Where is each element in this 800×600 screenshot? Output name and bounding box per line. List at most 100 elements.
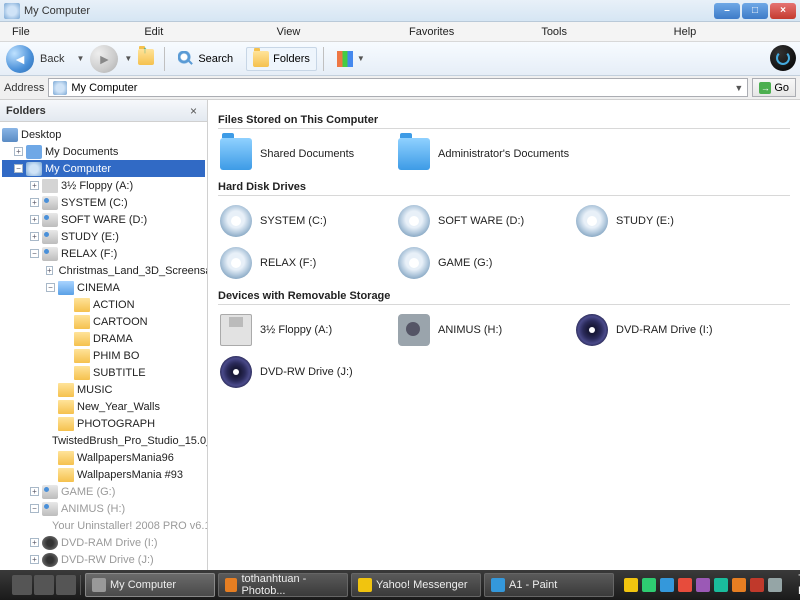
back-button[interactable]: ◄ bbox=[6, 45, 34, 73]
tray-icon[interactable] bbox=[714, 578, 728, 592]
search-icon bbox=[178, 51, 194, 67]
yahoo-icon bbox=[358, 578, 372, 592]
tray-icon[interactable] bbox=[624, 578, 638, 592]
quicklaunch-item[interactable] bbox=[56, 575, 76, 595]
hdd-icon bbox=[398, 205, 430, 237]
tree-mydocs[interactable]: +My Documents bbox=[2, 143, 205, 160]
item-animus-h[interactable]: ANIMUS (H:) bbox=[396, 309, 574, 351]
address-input[interactable]: My Computer ▼ bbox=[48, 78, 748, 97]
forward-button[interactable]: ► bbox=[90, 45, 118, 73]
folder-icon bbox=[58, 400, 74, 414]
item-drive-d[interactable]: SOFT WARE (D:) bbox=[396, 200, 574, 242]
views-button[interactable]: ▼ bbox=[330, 47, 372, 71]
tree-music[interactable]: MUSIC bbox=[2, 381, 205, 398]
tree-software[interactable]: +SOFT WARE (D:) bbox=[2, 211, 205, 228]
search-label: Search bbox=[198, 53, 233, 65]
toolbar: ◄ Back ▼ ► ▼ ↑ Search Folders ▼ bbox=[0, 42, 800, 76]
folders-close-button[interactable]: × bbox=[186, 104, 201, 118]
item-drive-g[interactable]: GAME (G:) bbox=[396, 242, 574, 284]
folder-icon bbox=[58, 281, 74, 295]
tree-newyear[interactable]: New_Year_Walls bbox=[2, 398, 205, 415]
tree-photograph[interactable]: PHOTOGRAPH bbox=[2, 415, 205, 432]
tree-relax[interactable]: −RELAX (F:) bbox=[2, 245, 205, 262]
explorer-icon bbox=[92, 578, 106, 592]
tree-mycomputer[interactable]: −My Computer bbox=[2, 160, 205, 177]
tree-action[interactable]: ACTION bbox=[2, 296, 205, 313]
item-dvdram-i[interactable]: DVD-RAM Drive (I:) bbox=[574, 309, 752, 351]
item-dvdrw-j[interactable]: DVD-RW Drive (J:) bbox=[218, 351, 396, 393]
tree-wall93[interactable]: WallpapersMania #93 bbox=[2, 466, 205, 483]
item-drive-e[interactable]: STUDY (E:) bbox=[574, 200, 752, 242]
go-button[interactable]: → Go bbox=[752, 78, 796, 97]
folder-icon bbox=[74, 315, 90, 329]
tray-icon[interactable] bbox=[732, 578, 746, 592]
task-buttons: My Computer tothanhtuan - Photob... Yaho… bbox=[85, 573, 614, 597]
item-shared-documents[interactable]: Shared Documents bbox=[218, 133, 396, 175]
drive-icon bbox=[42, 247, 58, 261]
item-drive-c[interactable]: SYSTEM (C:) bbox=[218, 200, 396, 242]
tree-dvdrw[interactable]: +DVD-RW Drive (J:) bbox=[2, 551, 205, 568]
tray-icon[interactable] bbox=[642, 578, 656, 592]
tree-cinema[interactable]: −CINEMA bbox=[2, 279, 205, 296]
item-admin-documents[interactable]: Administrator's Documents bbox=[396, 133, 574, 175]
folder-icon bbox=[253, 51, 269, 67]
folders-label: Folders bbox=[273, 53, 310, 65]
documents-icon bbox=[26, 145, 42, 159]
item-floppy-a[interactable]: 3½ Floppy (A:) bbox=[218, 309, 396, 351]
drive-icon bbox=[42, 230, 58, 244]
tray-icon[interactable] bbox=[660, 578, 674, 592]
quicklaunch-item[interactable] bbox=[12, 575, 32, 595]
tray-icon[interactable] bbox=[750, 578, 764, 592]
up-button[interactable]: ↑ bbox=[138, 49, 158, 69]
folders-button[interactable]: Folders bbox=[246, 47, 317, 71]
tree-subtitle[interactable]: SUBTITLE bbox=[2, 364, 205, 381]
address-dropdown-icon[interactable]: ▼ bbox=[734, 83, 743, 93]
tree-phimbo[interactable]: PHIM BO bbox=[2, 347, 205, 364]
hdd-icon bbox=[220, 247, 252, 279]
search-button[interactable]: Search bbox=[171, 47, 240, 71]
tray-icon[interactable] bbox=[678, 578, 692, 592]
group-hdd: Hard Disk Drives bbox=[218, 181, 790, 196]
tree-cartoon[interactable]: CARTOON bbox=[2, 313, 205, 330]
drive-icon bbox=[42, 485, 58, 499]
tree-dvdram[interactable]: +DVD-RAM Drive (I:) bbox=[2, 534, 205, 551]
address-label: Address bbox=[4, 82, 44, 94]
task-yahoo[interactable]: Yahoo! Messenger bbox=[351, 573, 481, 597]
tree-twistedbrush[interactable]: TwistedBrush_Pro_Studio_15.0_2bak bbox=[2, 432, 205, 449]
folder-icon bbox=[74, 298, 90, 312]
address-value: My Computer bbox=[71, 82, 137, 94]
dvd-icon bbox=[220, 356, 252, 388]
group-removable: Devices with Removable Storage bbox=[218, 290, 790, 305]
tree-drama[interactable]: DRAMA bbox=[2, 330, 205, 347]
tree-floppy[interactable]: +3½ Floppy (A:) bbox=[2, 177, 205, 194]
tree-uninstaller[interactable]: Your Uninstaller! 2008 PRO v6.1.122 bbox=[2, 517, 205, 534]
clock[interactable]: 7:23 PM bbox=[792, 573, 800, 597]
tree-study[interactable]: +STUDY (E:) bbox=[2, 228, 205, 245]
tree-christmas[interactable]: +Christmas_Land_3D_Screensaver_1.0 bbox=[2, 262, 205, 279]
tray-icon[interactable] bbox=[768, 578, 782, 592]
tree-game[interactable]: +GAME (G:) bbox=[2, 483, 205, 500]
tree-wall96[interactable]: WallpapersMania96 bbox=[2, 449, 205, 466]
system-tray[interactable] bbox=[618, 578, 788, 592]
firefox-icon bbox=[225, 578, 237, 592]
task-photobucket[interactable]: tothanhtuan - Photob... bbox=[218, 573, 348, 597]
folder-icon bbox=[74, 366, 90, 380]
drive-icon bbox=[42, 502, 58, 516]
task-paint[interactable]: A1 - Paint bbox=[484, 573, 614, 597]
task-mycomputer[interactable]: My Computer bbox=[85, 573, 215, 597]
back-dropdown-icon[interactable]: ▼ bbox=[76, 54, 84, 63]
folder-tree[interactable]: Desktop +My Documents −My Computer +3½ F… bbox=[0, 122, 207, 570]
tree-animus[interactable]: −ANIMUS (H:) bbox=[2, 500, 205, 517]
dvd-icon bbox=[576, 314, 608, 346]
item-drive-f[interactable]: RELAX (F:) bbox=[218, 242, 396, 284]
tree-desktop[interactable]: Desktop bbox=[2, 126, 205, 143]
folders-header: Folders × bbox=[0, 100, 207, 122]
dvd-icon bbox=[42, 536, 58, 550]
forward-dropdown-icon[interactable]: ▼ bbox=[124, 54, 132, 63]
tray-icon[interactable] bbox=[696, 578, 710, 592]
tree-system[interactable]: +SYSTEM (C:) bbox=[2, 194, 205, 211]
address-icon bbox=[53, 81, 67, 95]
quicklaunch-item[interactable] bbox=[34, 575, 54, 595]
computer-icon bbox=[26, 162, 42, 176]
hdd-icon bbox=[398, 247, 430, 279]
